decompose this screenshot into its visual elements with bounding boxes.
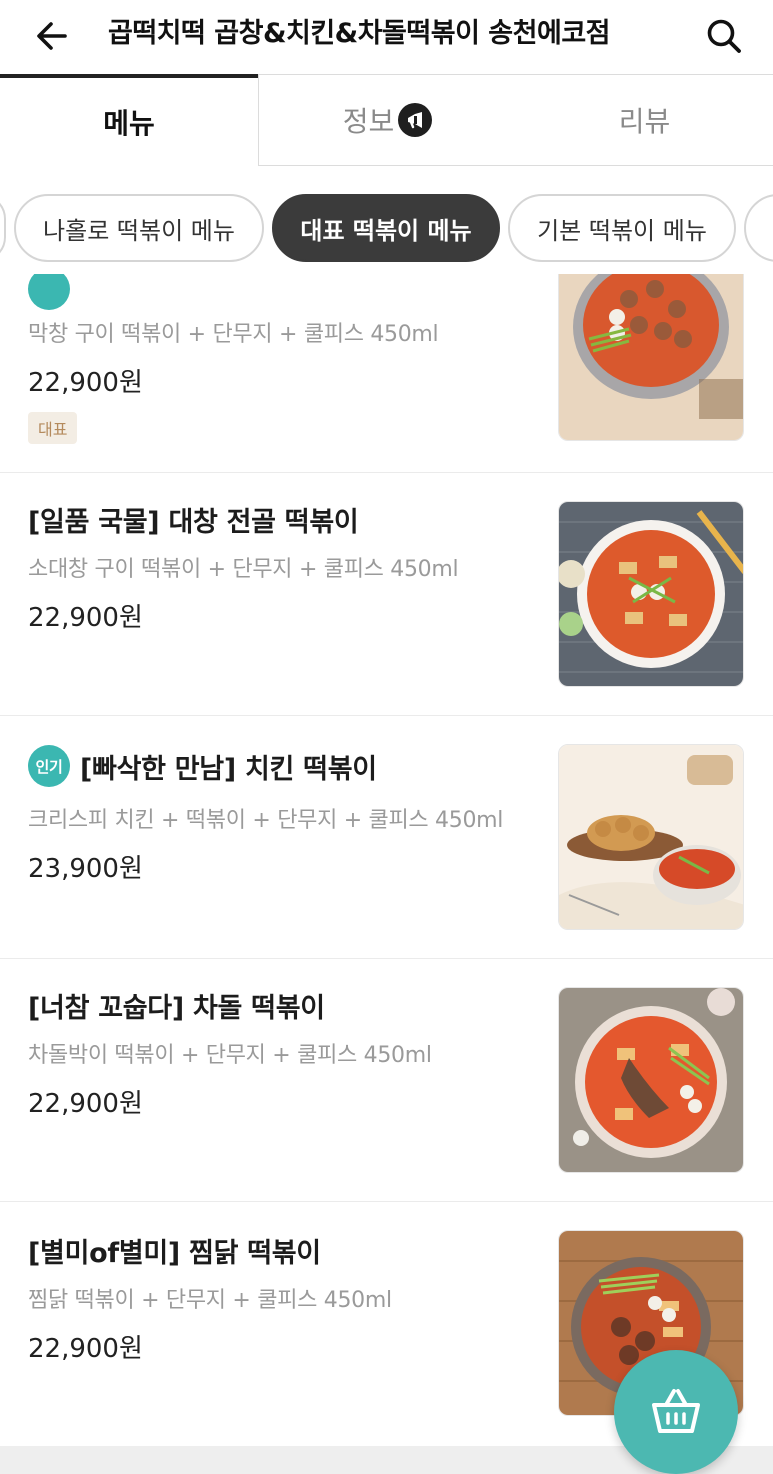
chip-partial-left[interactable]	[0, 194, 6, 262]
item-name: 인기 [빠삭한 만남] 치킨 떡볶이	[28, 744, 377, 788]
item-price: 22,900원	[28, 1089, 143, 1119]
menu-item[interactable]: 인기 [빠삭한 만남] 치킨 떡볶이 크리스피 치킨 + 떡볶이 + 단무지 +…	[0, 716, 773, 959]
chip-basic-menu[interactable]: 기본 떡볶이 메뉴	[508, 194, 736, 262]
item-name: [별미of별미] 찜닭 떡볶이	[28, 1237, 321, 1269]
megaphone-icon	[398, 103, 433, 137]
item-name-text: [빠삭한 만남] 치킨 떡볶이	[80, 753, 377, 785]
item-description: 크리스피 치킨 + 떡볶이 + 단무지 + 쿨피스 450ml	[28, 808, 504, 833]
shopping-basket-icon	[652, 1389, 700, 1433]
store-title: 곱떡치떡 곱창&치킨&차돌떡볶이 송천에코점	[108, 18, 611, 49]
chip-signature-menu[interactable]: 대표 떡볶이 메뉴	[272, 194, 500, 262]
chip-solo-menu-label: 나홀로 떡볶이 메뉴	[43, 216, 235, 245]
item-price: 22,900원	[28, 1334, 143, 1364]
menu-list: 막창 구이 떡볶이 + 단무지 + 쿨피스 450ml 22,900원 대표 […	[0, 274, 773, 1446]
hot-badge	[28, 274, 70, 310]
food-photo[interactable]	[558, 744, 744, 930]
item-description: 소대창 구이 떡볶이 + 단무지 + 쿨피스 450ml	[28, 557, 459, 582]
tab-review-label: 리뷰	[618, 105, 671, 138]
item-price: 23,900원	[28, 854, 143, 884]
item-description: 막창 구이 떡볶이 + 단무지 + 쿨피스 450ml	[28, 322, 439, 347]
item-name: [일품 국물] 대창 전골 떡볶이	[28, 506, 359, 538]
food-photo[interactable]	[558, 987, 744, 1173]
signature-badge: 대표	[28, 412, 78, 444]
item-name: [너참 꼬숩다] 차돌 떡볶이	[28, 992, 325, 1024]
arrow-left-icon	[37, 22, 67, 50]
chip-solo-menu[interactable]: 나홀로 떡볶이 메뉴	[14, 194, 264, 262]
cart-button[interactable]	[614, 1350, 738, 1474]
menu-item[interactable]: [일품 국물] 대창 전골 떡볶이 소대창 구이 떡볶이 + 단무지 + 쿨피스…	[0, 473, 773, 716]
tab-menu[interactable]: 메뉴	[0, 74, 258, 166]
item-name	[28, 274, 80, 310]
food-photo[interactable]	[558, 501, 744, 687]
back-button[interactable]	[28, 12, 76, 60]
chip-signature-menu-label: 대표 떡볶이 메뉴	[300, 216, 472, 245]
popular-badge: 인기	[28, 745, 70, 787]
menu-item[interactable]: [너참 꼬숩다] 차돌 떡볶이 차돌박이 떡볶이 + 단무지 + 쿨피스 450…	[0, 959, 773, 1202]
menu-item[interactable]: 막창 구이 떡볶이 + 단무지 + 쿨피스 450ml 22,900원 대표	[0, 274, 773, 473]
item-price: 22,900원	[28, 368, 143, 398]
tab-menu-label: 메뉴	[103, 107, 155, 140]
item-description: 찜닭 떡볶이 + 단무지 + 쿨피스 450ml	[28, 1288, 392, 1313]
food-photo[interactable]	[558, 274, 744, 441]
store-tabs: 메뉴 정보 리뷰	[0, 74, 773, 166]
item-price: 22,900원	[28, 603, 143, 633]
chip-basic-menu-label: 기본 떡볶이 메뉴	[537, 216, 707, 245]
search-button[interactable]	[700, 12, 748, 60]
search-icon	[707, 19, 741, 53]
tab-review[interactable]: 리뷰	[516, 74, 773, 166]
tab-info-label: 정보	[342, 105, 395, 138]
app-header: 곱떡치떡 곱창&치킨&차돌떡볶이 송천에코점	[0, 0, 773, 74]
tab-info[interactable]: 정보	[258, 74, 516, 166]
category-chips: 나홀로 떡볶이 메뉴 대표 떡볶이 메뉴 기본 떡볶이 메뉴	[0, 166, 773, 274]
chip-partial-right[interactable]	[744, 194, 773, 262]
item-description: 차돌박이 떡볶이 + 단무지 + 쿨피스 450ml	[28, 1043, 432, 1068]
